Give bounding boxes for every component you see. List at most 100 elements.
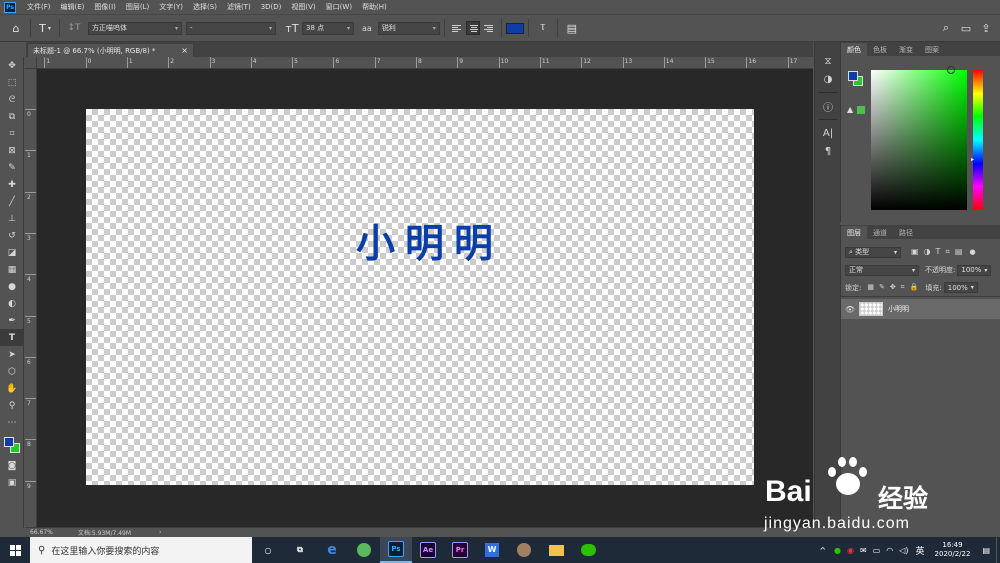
menu-help[interactable]: 帮助(H)	[357, 2, 392, 12]
status-menu-arrow[interactable]: ›	[159, 529, 161, 536]
photos-icon[interactable]	[508, 537, 540, 563]
tab-paths[interactable]: 路径	[893, 226, 919, 239]
fill-input[interactable]: 100% ▾	[943, 282, 978, 293]
screen-mode-icon[interactable]: ▣	[0, 474, 24, 491]
workspace-icon[interactable]: ▭	[956, 19, 976, 37]
taskbar-premiere[interactable]: Pr	[444, 537, 476, 563]
eye-icon[interactable]: 👁	[841, 305, 859, 314]
warning-icon[interactable]: ▲	[847, 105, 853, 114]
file-explorer-icon[interactable]	[540, 537, 572, 563]
text-orientation-icon[interactable]: ↕T	[64, 19, 84, 37]
hue-slider[interactable]	[973, 70, 983, 210]
menu-window[interactable]: 窗口(W)	[321, 2, 357, 12]
ime-indicator[interactable]: 英	[916, 544, 925, 557]
battery-icon[interactable]: ▭	[873, 546, 881, 555]
cortana-icon[interactable]: ○	[252, 537, 284, 563]
type-tool-preset-icon[interactable]: T ▾	[35, 19, 55, 37]
character-panel-icon[interactable]: A|	[815, 124, 841, 142]
tab-color[interactable]: 颜色	[841, 43, 867, 56]
canvas-text-layer[interactable]: 小明明	[356, 213, 503, 269]
canvas-workspace[interactable]: 1 0 1 2 3 4 5 6 7 8 9 10 11 12 13 14 15 16 17 0123456789 小…	[25, 57, 813, 527]
warp-text-icon[interactable]: Ⲧ	[533, 19, 553, 37]
panel-foreground-swatch[interactable]	[848, 71, 858, 81]
close-icon[interactable]: ×	[181, 46, 188, 55]
task-view-icon[interactable]: ⧉	[284, 537, 316, 563]
font-style-select[interactable]: - ▾	[186, 21, 276, 35]
taskbar-clock[interactable]: 16:49 2020/2/22	[929, 541, 977, 559]
zoom-level[interactable]: 66.67%	[30, 529, 53, 536]
info-panel-icon[interactable]: ⓘ	[815, 97, 841, 115]
taskbar-after-effects[interactable]: Ae	[412, 537, 444, 563]
layer-filter-icons[interactable]: ▣◑T⌗▤	[911, 247, 968, 257]
tab-patterns[interactable]: 图案	[919, 43, 945, 56]
marquee-tool-icon[interactable]: ⬚	[0, 74, 24, 91]
weibo-tray-icon[interactable]: ◉	[847, 546, 854, 555]
brush-tool-icon[interactable]: ╱	[0, 193, 24, 210]
menu-image[interactable]: 图像(I)	[89, 2, 121, 12]
clone-stamp-icon[interactable]: ⊥	[0, 210, 24, 227]
layer-thumbnail[interactable]	[859, 302, 883, 316]
menu-file[interactable]: 文件(F)	[22, 2, 56, 12]
path-select-icon[interactable]: ➤	[0, 346, 24, 363]
home-icon[interactable]: ⌂	[6, 19, 26, 37]
zoom-tool-icon[interactable]: ⚲	[0, 397, 24, 414]
menu-edit[interactable]: 编辑(E)	[56, 2, 90, 12]
lasso-tool-icon[interactable]: ᘓ	[0, 91, 24, 108]
history-brush-icon[interactable]: ↺	[0, 227, 24, 244]
type-tool-icon[interactable]: T	[0, 329, 24, 346]
document-tab[interactable]: 未标题-1 @ 66.7% (小明明, RGB/8) * ×	[27, 43, 194, 57]
mail-tray-icon[interactable]: ✉	[860, 546, 867, 555]
vertical-ruler[interactable]: 0 1 2 3 4 5 6 7 8 9	[25, 69, 37, 527]
taskbar-photoshop[interactable]: Ps	[380, 537, 412, 563]
color-field[interactable]	[871, 70, 967, 210]
object-select-tool-icon[interactable]: ⧉	[0, 108, 24, 125]
layer-filter-select[interactable]: ⌕ 类型 ▾	[845, 246, 901, 258]
character-panel-icon[interactable]: ▤	[562, 19, 582, 37]
tab-channels[interactable]: 通道	[867, 226, 893, 239]
menu-3d[interactable]: 3D(D)	[256, 3, 287, 11]
text-color-swatch[interactable]	[505, 22, 524, 34]
frame-tool-icon[interactable]: ⊠	[0, 142, 24, 159]
adjust-panel-icon[interactable]: ◑	[815, 70, 841, 88]
chevron-up-icon[interactable]: ^	[819, 546, 826, 555]
more-tools-icon[interactable]: ⋯	[0, 414, 24, 431]
tab-layers[interactable]: 图层	[841, 226, 867, 239]
search-icon[interactable]: ⌕	[936, 19, 956, 37]
layer-name[interactable]: 小明明	[888, 304, 909, 314]
blend-mode-select[interactable]: 正常 ▾	[845, 264, 919, 276]
hand-tool-icon[interactable]: ✋	[0, 380, 24, 397]
healing-brush-icon[interactable]: ✚	[0, 176, 24, 193]
quick-mask-icon[interactable]: ◙	[0, 457, 24, 474]
gradient-tool-icon[interactable]: ▦	[0, 261, 24, 278]
start-button[interactable]	[0, 537, 30, 563]
wps-icon[interactable]: W	[476, 537, 508, 563]
eraser-tool-icon[interactable]: ◪	[0, 244, 24, 261]
edge-icon[interactable]: e	[316, 537, 348, 563]
history-panel-icon[interactable]: ⧖	[815, 52, 841, 70]
menu-layer[interactable]: 图层(L)	[121, 2, 154, 12]
tab-gradients[interactable]: 渐变	[893, 43, 919, 56]
opacity-input[interactable]: 100% ▾	[957, 264, 992, 276]
notifications-icon[interactable]: ▤	[982, 546, 990, 555]
menu-type[interactable]: 文字(Y)	[154, 2, 188, 12]
color-picker-handle[interactable]	[947, 66, 955, 74]
share-icon[interactable]: ⇪	[976, 19, 996, 37]
align-right-button[interactable]	[482, 21, 496, 35]
dodge-tool-icon[interactable]: ◐	[0, 295, 24, 312]
layer-row[interactable]: 👁 小明明	[841, 299, 1000, 319]
wechat-icon[interactable]	[572, 537, 604, 563]
eyedropper-tool-icon[interactable]: ✎	[0, 159, 24, 176]
font-size-select[interactable]: 38 点 ▾	[302, 21, 354, 35]
menu-select[interactable]: 选择(S)	[188, 2, 222, 12]
gamut-swatch[interactable]	[857, 106, 865, 114]
horizontal-ruler[interactable]: 1 0 1 2 3 4 5 6 7 8 9 10 11 12 13 14 15 16 17	[37, 57, 813, 69]
font-family-select[interactable]: 方正喵呜体 ▾	[88, 21, 182, 35]
show-desktop-button[interactable]	[996, 537, 1000, 563]
menu-filter[interactable]: 滤镜(T)	[222, 2, 256, 12]
wifi-icon[interactable]: ◠	[886, 546, 893, 555]
pen-tool-icon[interactable]: ✒	[0, 312, 24, 329]
foreground-color-swatch[interactable]	[4, 437, 14, 447]
tab-swatches[interactable]: 色板	[867, 43, 893, 56]
volume-icon[interactable]: ◁)	[899, 546, 908, 555]
paragraph-panel-icon[interactable]: ¶	[815, 142, 841, 160]
